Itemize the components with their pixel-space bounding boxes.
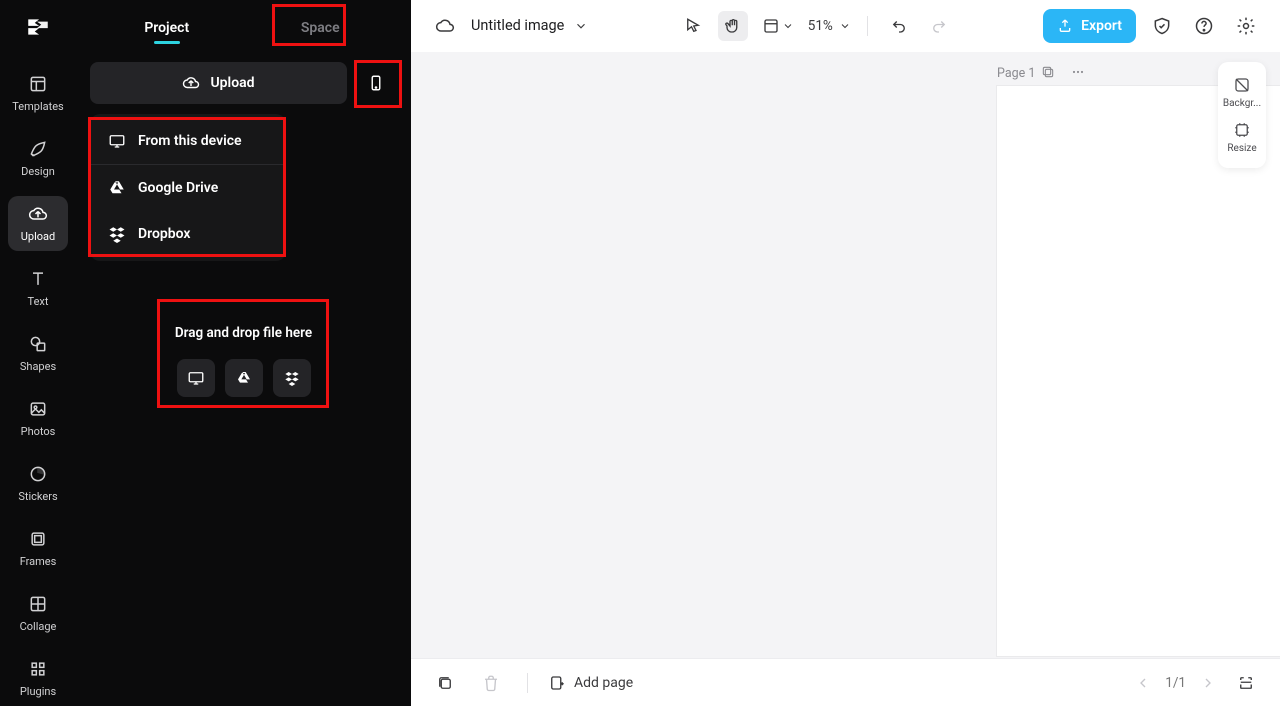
drop-zone-icons [177, 359, 311, 397]
background-icon [1233, 76, 1251, 94]
rail-label: Stickers [18, 490, 57, 503]
bottom-bar: Add page 1/1 [411, 658, 1280, 706]
add-page-icon [548, 674, 566, 692]
upload-row: Upload [90, 62, 397, 104]
resize-tool[interactable]: Resize [1218, 115, 1266, 160]
upload-button-label: Upload [210, 75, 254, 91]
page-actions [1038, 62, 1088, 82]
rail-label: Upload [21, 230, 55, 243]
delete-button[interactable] [475, 667, 507, 699]
tab-space[interactable]: Space [244, 20, 398, 50]
rail-label: Templates [12, 100, 63, 113]
rail-templates[interactable]: Templates [8, 66, 68, 121]
menu-label: Dropbox [138, 226, 191, 242]
export-button[interactable]: Export [1043, 9, 1136, 43]
zoom-control[interactable]: 51% [808, 18, 851, 34]
menu-dropbox[interactable]: Dropbox [90, 211, 286, 257]
resize-icon [1233, 121, 1251, 139]
menu-from-this-device[interactable]: From this device [90, 118, 286, 165]
present-button[interactable] [1230, 667, 1262, 699]
shield-icon-button[interactable] [1146, 10, 1178, 42]
redo-button[interactable] [924, 11, 954, 41]
divider [867, 16, 868, 36]
mobile-icon [367, 74, 385, 92]
drop-zone[interactable]: Drag and drop file here [158, 305, 330, 413]
rail-stickers[interactable]: Stickers [8, 456, 68, 511]
rail-label: Frames [20, 555, 57, 568]
rail-collage[interactable]: Collage [8, 586, 68, 641]
next-page-button[interactable] [1200, 675, 1216, 691]
rail-text[interactable]: Text [8, 261, 68, 316]
page-indicator: 1/1 [1135, 675, 1216, 691]
cursor-tool[interactable] [678, 11, 708, 41]
rail-label: Text [28, 295, 49, 308]
dz-dropbox[interactable] [273, 359, 311, 397]
rail-label: Shapes [20, 360, 56, 373]
cloud-upload-icon [182, 74, 200, 92]
chevron-down-icon [782, 20, 794, 32]
document-title-text: Untitled image [471, 17, 564, 34]
rail-design[interactable]: Design [8, 131, 68, 186]
upload-panel: Project Space Upload From this device Go… [76, 0, 411, 706]
settings-icon-button[interactable] [1230, 10, 1262, 42]
divider [527, 673, 528, 693]
left-rail: Templates Design Upload Text Shapes Phot… [0, 0, 76, 706]
rail-photos[interactable]: Photos [8, 391, 68, 446]
canvas-area[interactable]: Page 1 Backgr... Resize [411, 52, 1280, 658]
page-count: 1/1 [1165, 675, 1186, 691]
tab-project[interactable]: Project [90, 20, 244, 50]
export-icon [1057, 18, 1073, 34]
top-bar: Untitled image 51% Export [411, 0, 1280, 52]
upload-button[interactable]: Upload [90, 62, 347, 104]
dropbox-icon [284, 370, 300, 386]
add-page-button[interactable]: Add page [548, 674, 633, 692]
menu-label: Google Drive [138, 180, 218, 196]
rail-frames[interactable]: Frames [8, 521, 68, 576]
rail-plugins[interactable]: Plugins [8, 651, 68, 706]
google-drive-icon [108, 179, 126, 197]
monitor-icon [187, 369, 205, 387]
canvas-size-menu[interactable] [758, 11, 798, 41]
duplicate-page-button[interactable] [1038, 62, 1058, 82]
background-tool[interactable]: Backgr... [1218, 70, 1266, 115]
menu-google-drive[interactable]: Google Drive [90, 165, 286, 211]
dropbox-icon [108, 225, 126, 243]
rt-label: Backgr... [1223, 98, 1261, 109]
rail-label: Design [21, 165, 55, 178]
rail-upload[interactable]: Upload [8, 196, 68, 251]
capcut-logo [25, 14, 51, 40]
document-title[interactable]: Untitled image [471, 17, 588, 34]
help-icon-button[interactable] [1188, 10, 1220, 42]
page-more-button[interactable] [1068, 62, 1088, 82]
cloud-sync-icon[interactable] [429, 10, 461, 42]
right-tool-dock: Backgr... Resize [1218, 62, 1266, 168]
add-page-label: Add page [574, 675, 633, 691]
monitor-icon [108, 132, 126, 150]
layers-button[interactable] [429, 667, 461, 699]
main-area: Untitled image 51% Export [411, 0, 1280, 706]
dz-google-drive[interactable] [225, 359, 263, 397]
zoom-value: 51% [808, 18, 833, 34]
rail-shapes[interactable]: Shapes [8, 326, 68, 381]
undo-button[interactable] [884, 11, 914, 41]
hand-tool[interactable] [718, 11, 748, 41]
upload-from-mobile-button[interactable] [355, 62, 397, 104]
rail-label: Collage [20, 620, 57, 633]
canvas-page[interactable] [997, 86, 1280, 656]
dz-from-device[interactable] [177, 359, 215, 397]
panel-tabs: Project Space [90, 0, 397, 50]
drop-zone-text: Drag and drop file here [175, 325, 312, 341]
google-drive-icon [236, 370, 252, 386]
page-label: Page 1 [997, 66, 1035, 81]
menu-label: From this device [138, 133, 242, 149]
upload-source-menu: From this device Google Drive Dropbox [90, 114, 286, 261]
chevron-down-icon [574, 19, 588, 33]
rt-label: Resize [1227, 143, 1256, 154]
rail-label: Photos [21, 425, 56, 438]
prev-page-button[interactable] [1135, 675, 1151, 691]
export-label: Export [1081, 18, 1122, 34]
chevron-down-icon [839, 20, 851, 32]
rail-label: Plugins [20, 685, 56, 698]
